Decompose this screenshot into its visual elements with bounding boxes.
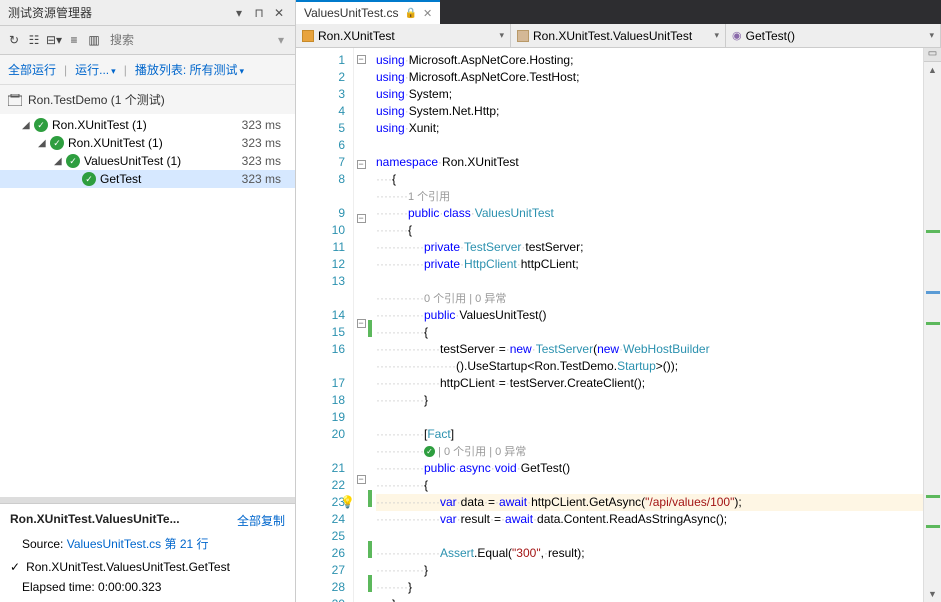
test-label: ValuesUnitTest (1) <box>84 154 242 168</box>
test-toolbar: ↻ ☷ ⊟▾ ≡ ▥ ▾ <box>0 26 295 55</box>
test-detail: Ron.XUnitTest.ValuesUnitTe... 全部复制 Sourc… <box>0 503 295 602</box>
pass-icon: ✓ <box>66 154 80 168</box>
split-icon[interactable]: ▭ <box>924 48 941 62</box>
editor-panel: ValuesUnitTest.cs 🔒 ✕ Ron.XUnitTest▾ Ron… <box>296 0 941 602</box>
run-links: 全部运行 | 运行... | 播放列表: 所有测试 <box>0 55 295 85</box>
test-label: GetTest <box>100 172 242 186</box>
run-all-link[interactable]: 全部运行 <box>8 61 56 78</box>
group-label: Ron.TestDemo (1 个测试) <box>28 91 165 108</box>
panel-title: 测试资源管理器 <box>8 4 227 21</box>
fold-icon[interactable]: − <box>357 55 366 64</box>
pass-icon: ✓ <box>50 136 64 150</box>
tree-row[interactable]: ◢✓ ValuesUnitTest (1)323 ms <box>0 152 295 170</box>
pass-icon: ✓ <box>82 172 96 186</box>
test-group[interactable]: Ron.TestDemo (1 个测试) <box>0 85 295 114</box>
fold-column: − − − − − <box>354 48 368 602</box>
test-time: 323 ms <box>242 172 289 186</box>
source-link[interactable]: ValuesUnitTest.cs 第 21 行 <box>67 537 209 551</box>
panel-header: 测试资源管理器 ▾ ⊓ ✕ <box>0 0 295 26</box>
method-icon: ◉ <box>732 29 742 42</box>
test-tree: ◢✓Ron.XUnitTest (1)323 ms◢✓Ron.XUnitTest… <box>0 114 295 497</box>
playlist-link[interactable]: 播放列表: 所有测试 <box>135 61 244 78</box>
fold-icon[interactable]: − <box>357 214 366 223</box>
test-time: 323 ms <box>242 154 289 168</box>
list-icon[interactable]: ≡ <box>66 30 82 50</box>
tree-row[interactable]: ◢✓ Ron.XUnitTest (1)323 ms <box>0 116 295 134</box>
copy-all-link[interactable]: 全部复制 <box>237 512 285 529</box>
scroll-up-icon[interactable]: ▲ <box>924 62 941 78</box>
file-tab[interactable]: ValuesUnitTest.cs 🔒 ✕ <box>296 0 440 24</box>
pin-icon[interactable]: ⊓ <box>251 5 267 21</box>
tree-row[interactable]: ◢✓ Ron.XUnitTest (1)323 ms <box>0 134 295 152</box>
filter-icon[interactable]: ▥ <box>86 30 102 50</box>
run-link[interactable]: 运行... <box>75 61 116 78</box>
elapsed-time: Elapsed time: 0:00:00.323 <box>22 580 285 594</box>
breadcrumb: Ron.XUnitTest▾ Ron.XUnitTest.ValuesUnitT… <box>296 24 941 48</box>
expand-icon[interactable]: ◢ <box>38 138 50 149</box>
hierarchy-icon[interactable]: ⊟▾ <box>46 30 62 50</box>
detail-name: Ron.XUnitTest.ValuesUnitTe... <box>10 512 180 526</box>
test-label: Ron.XUnitTest (1) <box>52 118 242 132</box>
lock-icon: 🔒 <box>404 8 416 19</box>
tab-bar: ValuesUnitTest.cs 🔒 ✕ <box>296 0 941 24</box>
tab-close-icon[interactable]: ✕ <box>423 7 432 20</box>
project-icon <box>8 94 22 106</box>
tree-icon[interactable]: ☷ <box>26 30 42 50</box>
search-dropdown-icon[interactable]: ▾ <box>273 30 289 50</box>
line-gutter: 12345678910111213141516171819202122💡2324… <box>296 48 354 602</box>
pass-icon: ✓ <box>10 560 20 574</box>
close-icon[interactable]: ✕ <box>271 5 287 21</box>
tree-row[interactable]: ✓ GetTest323 ms <box>0 170 295 188</box>
class-icon <box>517 30 529 42</box>
code-area[interactable]: using·Microsoft.AspNetCore.Hosting;using… <box>372 48 923 602</box>
source-label: Source: <box>22 537 63 551</box>
result-name: Ron.XUnitTest.ValuesUnitTest.GetTest <box>26 560 230 574</box>
fold-icon[interactable]: − <box>357 319 366 328</box>
test-label: Ron.XUnitTest (1) <box>68 136 242 150</box>
search-input[interactable] <box>106 31 269 49</box>
fold-icon[interactable]: − <box>357 475 366 484</box>
refresh-icon[interactable]: ↻ <box>6 30 22 50</box>
editor: 12345678910111213141516171819202122💡2324… <box>296 48 941 602</box>
crumb-class[interactable]: Ron.XUnitTest.ValuesUnitTest▾ <box>511 24 726 47</box>
project-icon <box>302 30 314 42</box>
vertical-scrollbar[interactable]: ▭ ▲ ▼ <box>923 48 941 602</box>
crumb-method[interactable]: ◉ GetTest()▾ <box>726 24 941 47</box>
test-explorer-panel: 测试资源管理器 ▾ ⊓ ✕ ↻ ☷ ⊟▾ ≡ ▥ ▾ 全部运行 | 运行... … <box>0 0 296 602</box>
test-time: 323 ms <box>242 136 289 150</box>
tab-label: ValuesUnitTest.cs <box>304 6 398 20</box>
fold-icon[interactable]: − <box>357 160 366 169</box>
scroll-down-icon[interactable]: ▼ <box>924 586 941 602</box>
dropdown-icon[interactable]: ▾ <box>231 5 247 21</box>
test-time: 323 ms <box>242 118 289 132</box>
expand-icon[interactable]: ◢ <box>22 120 34 131</box>
crumb-project[interactable]: Ron.XUnitTest▾ <box>296 24 511 47</box>
pass-icon: ✓ <box>34 118 48 132</box>
expand-icon[interactable]: ◢ <box>54 156 66 167</box>
